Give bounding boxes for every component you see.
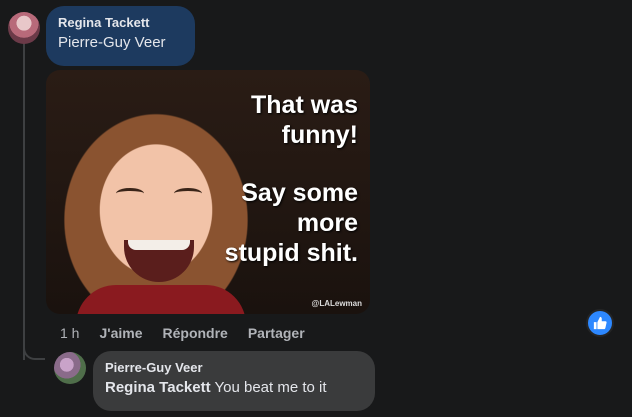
image-eye-left (116, 188, 144, 199)
like-reaction-icon[interactable] (586, 309, 614, 337)
image-caption: That was funny! Say some more stupid shi… (218, 90, 358, 268)
caption-line: Say some (241, 179, 358, 207)
image-shirt (76, 285, 246, 314)
comment-actions: 1 h J'aime Répondre Partager (60, 325, 325, 341)
caption-line: stupid shit. (224, 239, 358, 267)
reply-mention[interactable]: Regina Tackett (105, 379, 211, 396)
caption-gap (218, 150, 358, 178)
reply-bubble: Pierre-Guy Veer Regina Tackett You beat … (93, 351, 375, 411)
reply-author[interactable]: Pierre-Guy Veer (105, 359, 363, 377)
reply-body: You beat me to it (210, 379, 327, 396)
comment-author[interactable]: Regina Tackett (58, 14, 183, 32)
caption-line: more (296, 209, 358, 237)
reply-button[interactable]: Répondre (163, 325, 228, 341)
comment-timestamp[interactable]: 1 h (60, 325, 79, 341)
thumbs-up-icon (593, 316, 607, 330)
like-button[interactable]: J'aime (99, 325, 142, 341)
image-teeth (128, 240, 190, 250)
comment-bubble: Regina Tackett Pierre-Guy Veer (46, 6, 195, 66)
comment-text[interactable]: Pierre-Guy Veer (58, 32, 183, 54)
avatar[interactable] (8, 12, 40, 44)
reply-avatar[interactable] (54, 352, 86, 384)
reply-text: Regina Tackett You beat me to it (105, 377, 363, 399)
caption-line: That was (251, 91, 358, 119)
image-watermark: @LALewman (311, 299, 362, 308)
image-eye-right (174, 188, 202, 199)
comment-image[interactable]: That was funny! Say some more stupid shi… (46, 70, 370, 314)
reply-connector (23, 342, 45, 360)
caption-line: funny! (281, 121, 358, 149)
share-button[interactable]: Partager (248, 325, 305, 341)
thread-line (23, 42, 25, 360)
